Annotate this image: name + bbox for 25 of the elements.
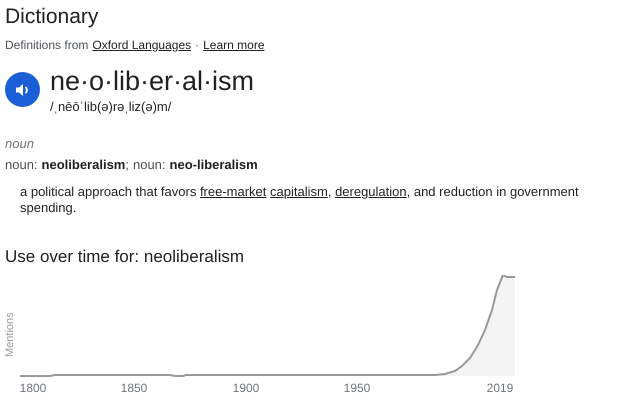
- x-axis-label: 1900: [232, 381, 260, 395]
- form-label: noun:: [5, 157, 38, 172]
- usage-title: Use over time for: neoliberalism: [5, 247, 246, 267]
- word-form: neoliberalism: [42, 157, 126, 172]
- y-axis-label: Mentions: [4, 312, 16, 357]
- dictionary-title: Dictionary: [5, 4, 100, 30]
- x-axis-label: 1850: [120, 381, 148, 395]
- headword: ne·o·lib·er·al·ism: [50, 66, 254, 96]
- x-axis-label: 1950: [344, 381, 370, 395]
- word-form: neo-liberalism: [170, 157, 258, 172]
- definition-link[interactable]: capitalism: [270, 184, 328, 199]
- definition-link[interactable]: free-market: [200, 184, 266, 199]
- form-label: noun:: [132, 157, 166, 172]
- part-of-speech: noun: [5, 136, 35, 151]
- source-link[interactable]: Oxford Languages: [92, 38, 192, 52]
- x-axis-label: 1800: [20, 381, 46, 395]
- separator-dot: ·: [195, 38, 200, 52]
- x-axis-label: 2019: [486, 381, 514, 395]
- learn-more-link[interactable]: Learn more: [203, 38, 264, 52]
- pronunciation: /ˌnēōˈlib(ə)rəˌliz(ə)m/: [50, 99, 172, 114]
- definition-link[interactable]: deregulation: [335, 184, 407, 199]
- pronounce-button[interactable]: [5, 72, 40, 107]
- form-separator: ;: [125, 157, 129, 172]
- definition-text: a political approach that favors free-market capitalism, deregulation, and reduction in government spending.: [20, 184, 580, 216]
- source-text: Definitions from: [5, 38, 88, 52]
